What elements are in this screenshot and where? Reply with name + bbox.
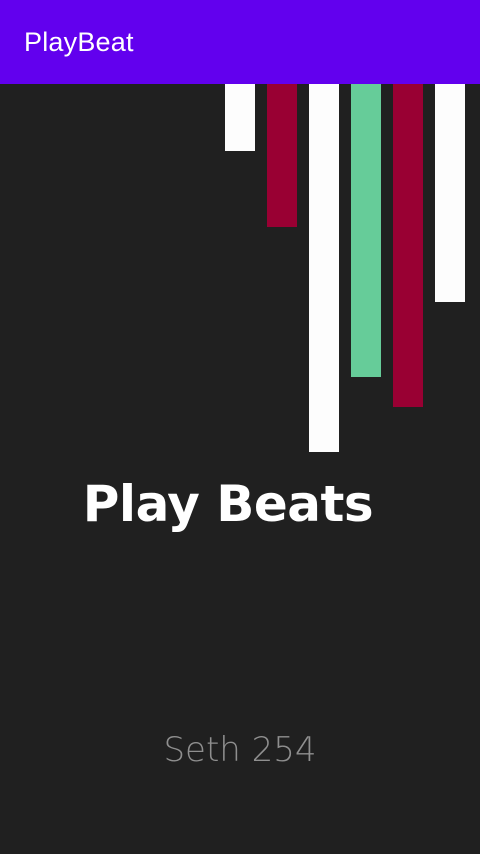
beat-bar-crimson bbox=[393, 84, 423, 407]
beat-bar-white bbox=[435, 84, 465, 302]
beat-bar-crimson bbox=[267, 84, 297, 227]
author-credit: Seth 254 bbox=[163, 730, 317, 770]
headline-title: Play Beats bbox=[82, 475, 374, 533]
app-screen: PlayBeat Play Beats Seth 254 bbox=[0, 0, 480, 854]
beat-bar-white bbox=[225, 84, 255, 151]
beat-bar-green bbox=[351, 84, 381, 377]
app-bar: PlayBeat bbox=[0, 0, 480, 84]
beat-bar-white bbox=[309, 84, 339, 452]
beat-bars-graphic bbox=[0, 84, 480, 484]
app-title: PlayBeat bbox=[24, 26, 134, 57]
